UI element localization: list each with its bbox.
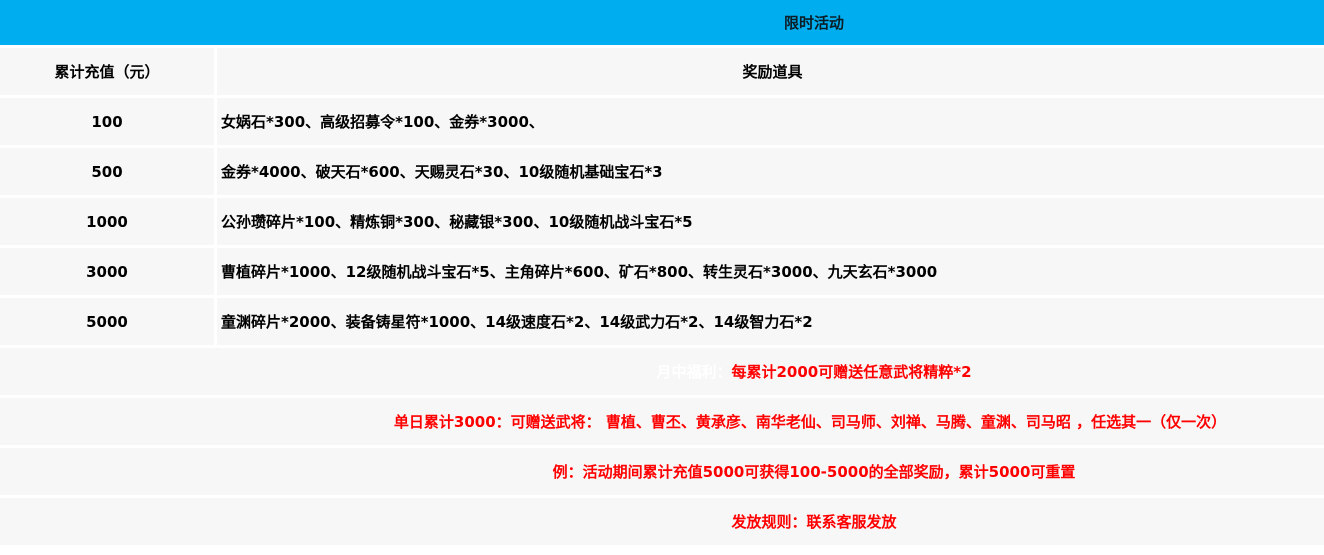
- rule-note: 发放规则：联系客服发放: [0, 498, 1324, 548]
- example-row: 例：活动期间累计充值5000可获得100-5000的全部奖励，累计5000可重置: [0, 448, 1324, 498]
- amount-cell: 1000: [0, 198, 217, 248]
- monthly-bonus-note: 月中福利：每累计2000可赠送任意武将精粹*2: [0, 348, 1324, 398]
- monthly-bonus-row: 月中福利：每累计2000可赠送任意武将精粹*2: [0, 348, 1324, 398]
- table-row: 3000 曹植碎片*1000、12级随机战斗宝石*5、主角碎片*600、矿石*8…: [0, 248, 1324, 298]
- table-row: 500 金券*4000、破天石*600、天赐灵石*30、10级随机基础宝石*3: [0, 148, 1324, 198]
- table-row: 100 女娲石*300、高级招募令*100、金券*3000、: [0, 98, 1324, 148]
- table-header-row: 累计充值（元） 奖励道具: [0, 45, 1324, 98]
- monthly-bonus-text: 每累计2000可赠送任意武将精粹*2: [731, 363, 972, 381]
- amount-cell: 3000: [0, 248, 217, 298]
- column-header-reward: 奖励道具: [217, 45, 1324, 98]
- daily-bonus-note: 单日累计3000：可赠送武将： 曹植、曹丕、黄承彦、南华老仙、司马师、刘禅、马腾…: [0, 398, 1324, 448]
- example-text: 例：活动期间累计充值5000可获得100-5000的全部奖励，累计5000可重置: [552, 463, 1076, 481]
- amount-cell: 100: [0, 98, 217, 148]
- amount-cell: 500: [0, 148, 217, 198]
- reward-cell: 金券*4000、破天石*600、天赐灵石*30、10级随机基础宝石*3: [217, 148, 1324, 198]
- amount-cell: 5000: [0, 298, 217, 348]
- table-row: 1000 公孙瓒碎片*100、精炼铜*300、秘藏银*300、10级随机战斗宝石…: [0, 198, 1324, 248]
- monthly-bonus-label: 月中福利：: [656, 363, 732, 381]
- rule-row: 发放规则：联系客服发放: [0, 498, 1324, 548]
- reward-cell: 童渊碎片*2000、装备铸星符*1000、14级速度石*2、14级武力石*2、1…: [217, 298, 1324, 348]
- reward-cell: 公孙瓒碎片*100、精炼铜*300、秘藏银*300、10级随机战斗宝石*5: [217, 198, 1324, 248]
- table-row: 5000 童渊碎片*2000、装备铸星符*1000、14级速度石*2、14级武力…: [0, 298, 1324, 348]
- page-header: 限时活动: [0, 0, 1324, 45]
- reward-cell: 曹植碎片*1000、12级随机战斗宝石*5、主角碎片*600、矿石*800、转生…: [217, 248, 1324, 298]
- reward-cell: 女娲石*300、高级招募令*100、金券*3000、: [217, 98, 1324, 148]
- column-header-amount: 累计充值（元）: [0, 45, 217, 98]
- rule-text: 发放规则：联系客服发放: [731, 513, 897, 531]
- reward-table: 累计充值（元） 奖励道具 100 女娲石*300、高级招募令*100、金券*30…: [0, 45, 1324, 548]
- daily-bonus-row: 单日累计3000：可赠送武将： 曹植、曹丕、黄承彦、南华老仙、司马师、刘禅、马腾…: [0, 398, 1324, 448]
- daily-bonus-text: 单日累计3000：可赠送武将： 曹植、曹丕、黄承彦、南华老仙、司马师、刘禅、马腾…: [393, 413, 1227, 431]
- example-note: 例：活动期间累计充值5000可获得100-5000的全部奖励，累计5000可重置: [0, 448, 1324, 498]
- page-title: 限时活动: [783, 14, 844, 32]
